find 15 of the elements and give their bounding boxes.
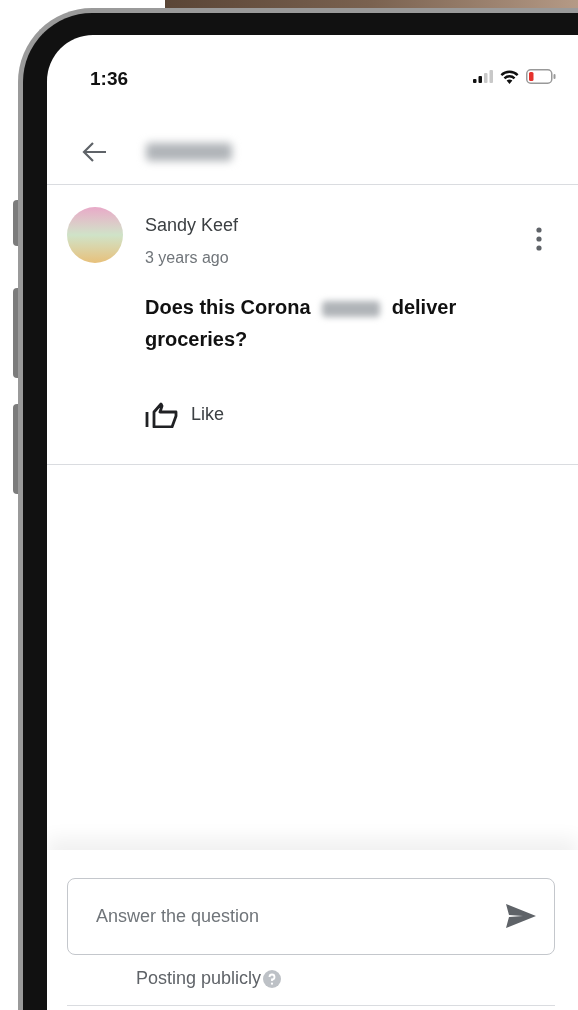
back-arrow-icon[interactable] bbox=[82, 141, 108, 163]
author-name: Sandy Keef bbox=[145, 214, 240, 236]
posting-note: Posting publicly bbox=[136, 967, 262, 990]
wifi-icon bbox=[500, 69, 519, 84]
send-icon[interactable] bbox=[505, 903, 537, 929]
like-button[interactable]: Like bbox=[145, 401, 225, 428]
thumbs-up-icon bbox=[145, 401, 179, 428]
answer-field[interactable]: Answer the question bbox=[67, 878, 555, 955]
status-time: 1:36 bbox=[90, 67, 129, 91]
post-time: 3 years ago bbox=[145, 248, 230, 268]
question-text: Does this Corona deliver groceries? bbox=[145, 295, 458, 352]
user-avatar bbox=[67, 207, 123, 263]
signal-icon bbox=[473, 70, 493, 83]
more-options-icon[interactable] bbox=[536, 227, 542, 251]
battery-icon bbox=[526, 69, 556, 84]
